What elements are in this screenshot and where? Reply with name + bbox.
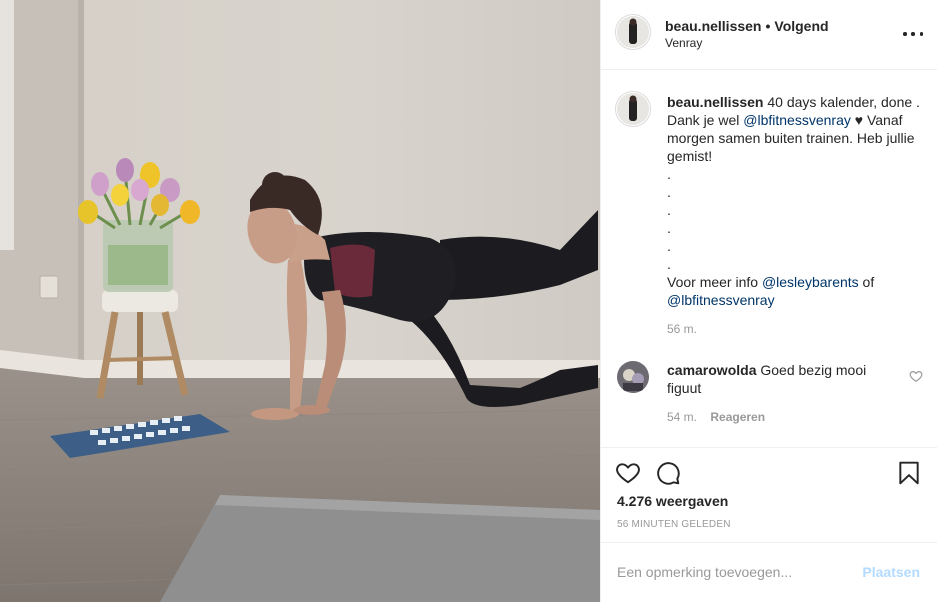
bullet-line: . xyxy=(667,166,671,182)
caption-bullets: . . . . . . xyxy=(667,165,925,273)
caption-text: Voor meer info xyxy=(667,274,759,290)
author-avatar[interactable] xyxy=(617,16,649,48)
add-comment-form: Plaatsen xyxy=(601,542,937,602)
mention-link[interactable]: @lesleybarents xyxy=(762,274,859,290)
view-count[interactable]: 4.276 weergaven xyxy=(617,493,728,509)
heart-icon[interactable] xyxy=(615,460,641,486)
bullet-line: . xyxy=(667,220,671,236)
action-bar xyxy=(601,447,937,497)
post-header: beau.nellissen • Volgend Venray xyxy=(601,0,937,70)
comment-timestamp[interactable]: 54 m. xyxy=(667,410,697,424)
comment-username-link[interactable]: camarowolda xyxy=(667,362,756,378)
comments-list[interactable]: beau.nellissen 40 days kalender, done . … xyxy=(601,71,937,447)
video-frame xyxy=(0,0,600,602)
author-username-link[interactable]: beau.nellissen xyxy=(665,18,761,34)
bookmark-icon[interactable] xyxy=(896,460,922,486)
post-comment-button[interactable]: Plaatsen xyxy=(862,564,920,580)
bullet-line: . xyxy=(667,238,671,254)
caption-timestamp[interactable]: 56 m. xyxy=(667,322,697,336)
post-media-video[interactable] xyxy=(0,0,600,602)
author-line: beau.nellissen • Volgend xyxy=(665,18,829,34)
more-icon[interactable] xyxy=(903,26,923,42)
mention-link[interactable]: @lbfitnessvenray xyxy=(743,112,851,128)
reply-button[interactable]: Reageren xyxy=(710,410,765,424)
bullet-line: . xyxy=(667,184,671,200)
follow-status-button[interactable]: Volgend xyxy=(774,18,828,34)
post-timestamp[interactable]: 56 MINUTEN GELEDEN xyxy=(617,519,731,530)
mention-link[interactable]: @lbfitnessvenray xyxy=(667,292,775,308)
comment-icon[interactable] xyxy=(655,460,681,486)
commenter-avatar[interactable] xyxy=(617,361,649,393)
caption-author-avatar[interactable] xyxy=(617,93,649,125)
location-link[interactable]: Venray xyxy=(665,36,702,50)
comment-like-heart-icon[interactable] xyxy=(909,369,923,383)
comment-input[interactable] xyxy=(617,561,847,583)
post-caption: beau.nellissen 40 days kalender, done . … xyxy=(667,93,925,309)
caption-text: of xyxy=(862,274,875,290)
caption-username-link[interactable]: beau.nellissen xyxy=(667,94,763,110)
comment-meta: 54 m. Reageren xyxy=(667,410,765,424)
bullet-line: . xyxy=(667,202,671,218)
bullet-line: . xyxy=(667,256,671,272)
separator-dot: • xyxy=(765,18,771,34)
post-side-panel: beau.nellissen • Volgend Venray beau.nelli… xyxy=(600,0,937,602)
comment: camarowolda Goed bezig mooi figuut xyxy=(667,361,899,397)
